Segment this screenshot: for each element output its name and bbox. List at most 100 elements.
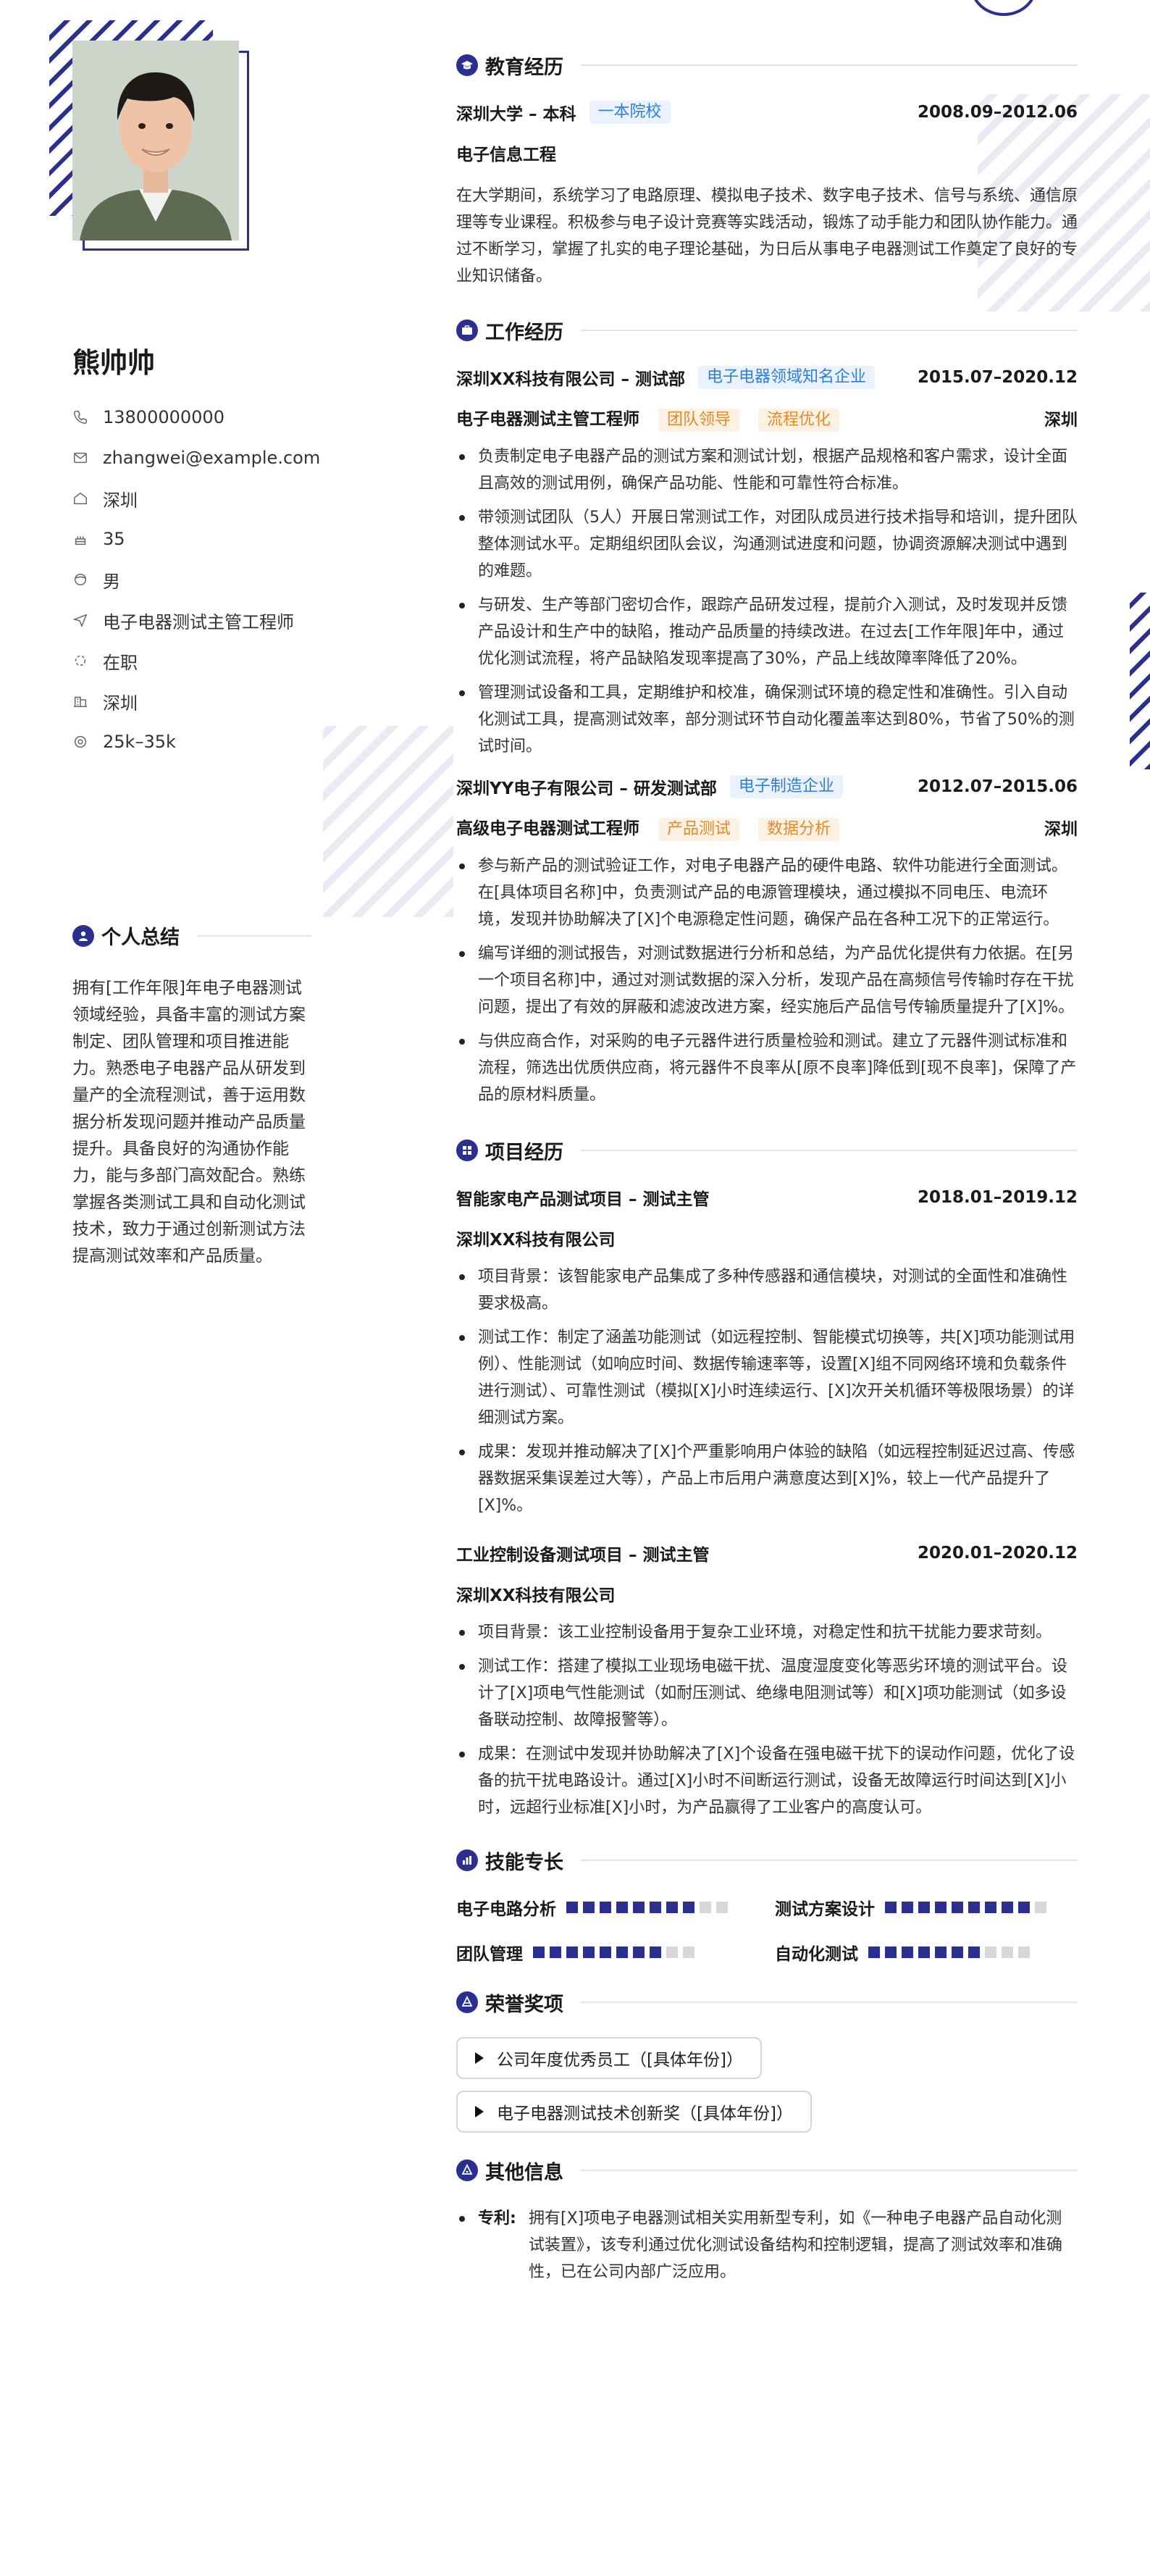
work-company-row: 深圳YY电子有限公司 – 研发测试部 电子制造企业 2012.07–2015.0… <box>456 774 1078 799</box>
work-city: 深圳 <box>1044 411 1078 430</box>
project-name: 工业控制设备测试项目 – 测试主管 <box>456 1546 710 1565</box>
project-company: 深圳XX科技有限公司 <box>456 1231 616 1250</box>
other-item: 专利: 拥有[X]项电子电器测试相关实用新型专利，如《一种电子电器产品自动化测试… <box>456 2205 1078 2286</box>
home-icon <box>74 492 87 505</box>
work-item: 深圳YY电子有限公司 – 研发测试部 电子制造企业 2012.07–2015.0… <box>456 774 1078 1108</box>
skill-level-block <box>968 1902 980 1913</box>
education-major-row: 电子信息工程 <box>456 141 1078 165</box>
phone-icon <box>74 411 87 424</box>
project-bullets: 项目背景：该工业控制设备用于复杂工业环境，对稳定性和抗干扰能力要求苛刻。 测试工… <box>456 1619 1078 1821</box>
skill-level-block <box>935 1902 947 1913</box>
education-major: 电子信息工程 <box>456 146 556 164</box>
skill-level-block <box>683 1902 694 1913</box>
contact-city-text: 深圳 <box>103 693 138 714</box>
contact-phone-text: 13800000000 <box>103 407 224 427</box>
skill-item: 自动化测试 <box>775 1940 1078 1965</box>
target-icon <box>72 614 88 628</box>
skill-item: 电子电路分析 <box>456 1895 775 1920</box>
divider <box>581 2170 1078 2171</box>
other-title: 其他信息 <box>485 2161 563 2184</box>
summary-section-header: 个人总结 <box>72 921 311 950</box>
project-name-row: 工业控制设备测试项目 – 测试主管 2020.01–2020.12 <box>456 1541 1078 1565</box>
user-icon <box>72 924 94 947</box>
mail-icon <box>74 452 87 464</box>
skill-level-bar <box>868 1946 1035 1958</box>
avatar-illustration <box>72 41 239 241</box>
list-item: 项目背景：该智能家电产品集成了多种传感器和通信模块，对测试的全面性和准确性要求极… <box>456 1263 1078 1317</box>
divider <box>581 1150 1078 1151</box>
work-company-tag: 电子电器领域知名企业 <box>697 366 875 389</box>
contact-age-text: 35 <box>103 529 125 549</box>
skill-level-block <box>533 1946 545 1958</box>
skills-title: 技能专长 <box>485 1851 563 1874</box>
contact-email-text: zhangwei@example.com <box>103 448 321 468</box>
work-role-tag: 产品测试 <box>658 817 740 841</box>
education-description: 在大学期间，系统学习了电路原理、模拟电子技术、数字电子技术、信号与系统、通信原理… <box>456 187 1078 285</box>
project-company-row: 深圳XX科技有限公司 <box>456 1581 1078 1606</box>
skill-level-block <box>633 1902 645 1913</box>
project-item: 工业控制设备测试项目 – 测试主管 2020.01–2020.12 深圳XX科技… <box>456 1541 1078 1821</box>
skill-level-block <box>1018 1902 1030 1913</box>
projects-header: 项目经历 <box>456 1137 1078 1164</box>
skill-name: 自动化测试 <box>775 1945 858 1964</box>
skill-level-block <box>666 1946 678 1958</box>
project-company-row: 深圳XX科技有限公司 <box>456 1226 1078 1250</box>
contact-target-position: 电子电器测试主管工程师 <box>72 600 333 640</box>
skill-level-block <box>1018 1946 1030 1958</box>
skill-level-block <box>1002 1902 1013 1913</box>
skill-name: 测试方案设计 <box>775 1900 875 1919</box>
education-header: 教育经历 <box>456 52 1078 79</box>
skill-level-block <box>885 1946 897 1958</box>
work-city: 深圳 <box>1044 820 1078 839</box>
contact-city: 深圳 <box>72 681 333 722</box>
other-header: 其他信息 <box>456 2157 1078 2184</box>
main-content: 教育经历 深圳大学 – 本科 一本院校 2008.09–2012.06 电子信息… <box>456 52 1078 2296</box>
divider <box>197 934 311 937</box>
work-role: 高级电子电器测试工程师 <box>456 819 639 838</box>
award-item: 公司年度优秀员工（[具体年份]） <box>456 2037 762 2079</box>
skill-level-block <box>902 1946 913 1958</box>
skill-item: 测试方案设计 <box>775 1895 1078 1920</box>
skill-level-block <box>650 1902 661 1913</box>
skill-level-block <box>1002 1946 1013 1958</box>
list-item: 编写详细的测试报告，对测试数据进行分析和总结，为产品优化提供有力依据。在[另一个… <box>456 940 1078 1021</box>
sidebar: 熊帅帅 13800000000 zhangwei@example.com 深圳 … <box>0 0 377 2576</box>
work-bullets: 参与新产品的测试验证工作，对电子电器产品的硬件电路、软件功能进行全面测试。在[具… <box>456 853 1078 1108</box>
graduation-cap-icon <box>456 54 478 76</box>
list-item: 测试工作：制定了涵盖功能测试（如远程控制、智能模式切换等，共[X]项功能测试用例… <box>456 1324 1078 1431</box>
work-item: 深圳XX科技有限公司 – 测试部 电子电器领域知名企业 2015.07–2020… <box>456 365 1078 760</box>
work-company: 深圳YY电子有限公司 – 研发测试部 <box>456 779 717 798</box>
work-title: 工作经历 <box>485 321 563 344</box>
play-icon <box>475 2106 484 2117</box>
work-company-row: 深圳XX科技有限公司 – 测试部 电子电器领域知名企业 2015.07–2020… <box>456 365 1078 390</box>
skill-level-bar <box>533 1946 700 1958</box>
contact-hometown: 深圳 <box>72 478 333 519</box>
projects-section: 项目经历 智能家电产品测试项目 – 测试主管 2018.01–2019.12 深… <box>456 1137 1078 1821</box>
skill-level-block <box>935 1946 947 1958</box>
contact-age: 35 <box>72 519 333 559</box>
contact-status: 在职 <box>72 640 333 681</box>
award-item: 电子电器测试技术创新奖（[具体年份]） <box>456 2091 812 2133</box>
contact-salary: 25k–35k <box>72 722 333 762</box>
skill-level-block <box>1035 1902 1046 1913</box>
contact-target-position-text: 电子电器测试主管工程师 <box>103 611 294 632</box>
project-bullets: 项目背景：该智能家电产品集成了多种传感器和通信模块，对测试的全面性和准确性要求极… <box>456 1263 1078 1519</box>
project-date: 2020.01–2020.12 <box>917 1544 1078 1563</box>
work-date: 2012.07–2015.06 <box>917 777 1078 796</box>
awards-header: 荣誉奖项 <box>456 1989 1078 2016</box>
skill-level-block <box>918 1902 930 1913</box>
work-role-row: 高级电子电器测试工程师 产品测试 数据分析 深圳 <box>456 815 1078 841</box>
skills-header: 技能专长 <box>456 1847 1078 1874</box>
list-item: 参与新产品的测试验证工作，对电子电器产品的硬件电路、软件功能进行全面测试。在[具… <box>456 853 1078 933</box>
contact-email: zhangwei@example.com <box>72 438 333 478</box>
divider <box>581 2002 1078 2003</box>
award-text: 电子电器测试技术创新奖（[具体年份]） <box>497 2104 793 2123</box>
education-tag: 一本院校 <box>589 101 671 124</box>
contact-status-text: 在职 <box>103 652 138 673</box>
work-role-tag: 流程优化 <box>758 408 840 432</box>
work-bullets: 负责制定电子电器产品的测试方案和测试计划，根据产品规格和客户需求，设计全面且高效… <box>456 443 1078 760</box>
contact-list: 13800000000 zhangwei@example.com 深圳 35 男… <box>72 397 333 762</box>
education-date: 2008.09–2012.06 <box>917 103 1078 122</box>
projects-title: 项目经历 <box>485 1141 563 1164</box>
skill-name: 电子电路分析 <box>456 1900 556 1919</box>
